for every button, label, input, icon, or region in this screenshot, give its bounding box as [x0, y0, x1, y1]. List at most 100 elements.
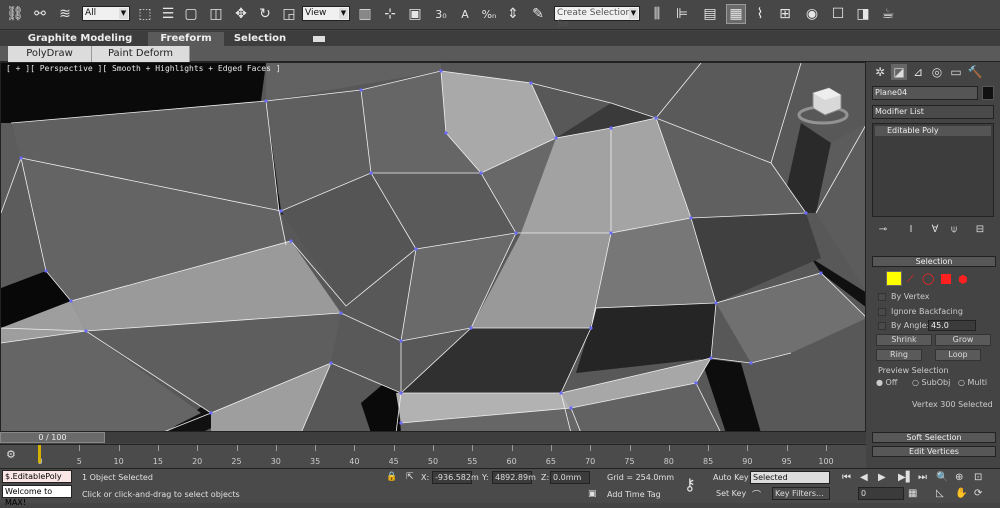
grow-button[interactable]: Grow [935, 334, 991, 346]
edge-mode-icon[interactable]: ⟋ [907, 274, 914, 285]
mirror-icon[interactable]: ⫼ [647, 4, 667, 24]
loop-button[interactable]: Loop [935, 349, 981, 361]
maxscript-listener-input[interactable]: $.EditablePoly [2, 470, 72, 483]
edit-named-selection-icon[interactable]: ✎ [528, 4, 548, 24]
by-angle-checkbox[interactable] [878, 322, 886, 330]
y-coordinate-field[interactable]: 4892.89m [492, 471, 536, 484]
time-slider[interactable]: 0 / 100 [0, 432, 866, 443]
show-end-result-icon[interactable]: Ⅰ [903, 222, 919, 238]
time-tag-icon[interactable]: ▣ [588, 489, 597, 499]
play-icon[interactable]: ▶ [878, 472, 886, 483]
ribbon-minimize-icon[interactable] [313, 36, 325, 42]
select-by-name-icon[interactable]: ☰ [158, 4, 178, 24]
previous-frame-icon[interactable]: ◀ [860, 472, 868, 483]
curve-editor-icon[interactable]: ⌇ [750, 4, 770, 24]
rectangular-selection-icon[interactable]: ▢ [181, 4, 201, 24]
bind-spacewarp-icon[interactable]: ≋ [55, 4, 75, 24]
render-production-icon[interactable]: ☕ [878, 4, 898, 24]
modifier-list-dropdown[interactable]: Modifier List [872, 105, 994, 119]
pin-stack-icon[interactable]: ⊸ [875, 222, 891, 238]
select-manipulate-icon[interactable]: ⊹ [380, 4, 400, 24]
absolute-mode-icon[interactable]: ⇱ [406, 472, 414, 482]
scale-icon[interactable]: ◲ [279, 4, 299, 24]
soft-selection-rollout-header[interactable]: Soft Selection [872, 432, 996, 443]
default-tangent-icon[interactable]: ⌒ [752, 488, 761, 501]
window-crossing-icon[interactable]: ◫ [206, 4, 226, 24]
lock-selection-icon[interactable]: 🔒 [386, 472, 397, 482]
modify-tab-icon[interactable]: ◪ [891, 64, 907, 80]
named-selection-set-dropdown[interactable]: Create Selection Se ▼ [554, 6, 640, 29]
render-frame-icon[interactable]: ◨ [853, 4, 873, 24]
selection-rollout-header[interactable]: Selection [872, 256, 996, 267]
next-frame-icon[interactable]: ▶▌ [898, 472, 913, 483]
current-frame-field[interactable]: 0 [858, 487, 904, 500]
key-filters-button[interactable]: Key Filters... [772, 487, 830, 500]
spinner-snap-icon[interactable]: ⇕ [503, 4, 523, 24]
utilities-tab-icon[interactable]: 🔨 [967, 64, 983, 80]
set-key-button[interactable]: Set Key [716, 489, 746, 498]
rotate-icon[interactable]: ↻ [255, 4, 275, 24]
hierarchy-tab-icon[interactable]: ⊿ [910, 64, 926, 80]
percent-snap-icon[interactable]: % ₙ [479, 4, 499, 24]
material-editor-icon[interactable]: ◉ [802, 4, 822, 24]
unlink-icon[interactable]: ⚯ [30, 4, 50, 24]
vertex-mode-icon[interactable] [886, 271, 902, 286]
angle-spinner-input[interactable]: 45.0 [928, 320, 976, 331]
remove-modifier-icon[interactable]: ⍦ [946, 222, 962, 238]
object-color-swatch[interactable] [982, 86, 994, 100]
reference-coordinate-dropdown[interactable]: View ▼ [302, 6, 350, 21]
zoom-extents-icon[interactable]: ⊡ [974, 472, 982, 483]
edit-vertices-rollout-header[interactable]: Edit Vertices [872, 446, 996, 457]
graphite-toggle-icon[interactable]: ▦ [726, 4, 746, 24]
viewport-label[interactable]: [ + ][ Perspective ][ Smooth + Highlight… [6, 64, 281, 73]
create-tab-icon[interactable]: ✲ [872, 64, 888, 80]
make-unique-icon[interactable]: ∀ [927, 222, 943, 238]
pan-icon[interactable]: ✋ [955, 488, 967, 499]
border-mode-icon[interactable]: ◯ [922, 272, 934, 285]
subtab-polydraw[interactable]: PolyDraw [8, 46, 92, 62]
auto-key-button[interactable]: Auto Key [713, 473, 749, 482]
zoom-all-icon[interactable]: ⊕ [955, 472, 963, 483]
display-tab-icon[interactable]: ▭ [948, 64, 964, 80]
preview-multi-radio[interactable]: ○ Multi [958, 378, 987, 387]
go-to-start-icon[interactable]: ⏮ [842, 472, 851, 483]
preview-subobj-radio[interactable]: ○ SubObj [912, 378, 950, 387]
align-icon[interactable]: ⊫ [672, 4, 692, 24]
link-icon[interactable]: ⛓ [5, 4, 25, 24]
selection-filter-dropdown[interactable]: All ▼ [82, 6, 130, 21]
tab-graphite-modeling-tools[interactable]: Graphite Modeling Tools [20, 32, 140, 57]
element-mode-icon[interactable]: ⬢ [958, 273, 968, 286]
keyboard-shortcut-override-icon[interactable]: ▣ [405, 4, 425, 24]
stack-item-editable-poly[interactable]: Editable Poly [875, 126, 991, 136]
key-mode-dropdown[interactable]: Selected [750, 471, 830, 484]
ignore-backfacing-checkbox[interactable] [878, 308, 886, 316]
shrink-button[interactable]: Shrink [876, 334, 932, 346]
by-vertex-checkbox[interactable] [878, 293, 886, 301]
layer-manager-icon[interactable]: ▤ [700, 4, 720, 24]
polygon-mode-icon[interactable] [941, 274, 951, 284]
orbit-icon[interactable]: ⟳ [974, 488, 982, 499]
time-configuration-icon[interactable]: ▦ [908, 488, 917, 499]
select-object-icon[interactable]: ⬚ [135, 4, 155, 24]
field-of-view-icon[interactable]: ◺ [936, 488, 944, 499]
tab-selection[interactable]: Selection [230, 32, 290, 46]
x-coordinate-field[interactable]: -936.582m [432, 471, 479, 484]
tab-freeform[interactable]: Freeform [148, 32, 224, 46]
angle-snap-icon[interactable]: A [455, 4, 475, 24]
move-icon[interactable]: ✥ [231, 4, 251, 24]
motion-tab-icon[interactable]: ◎ [929, 64, 945, 80]
track-bar[interactable]: ⚙ 05101520253035404550556065707580859095… [0, 444, 866, 468]
render-setup-icon[interactable]: ☐ [828, 4, 848, 24]
schematic-view-icon[interactable]: ⊞ [775, 4, 795, 24]
object-name-field[interactable]: Plane04 [872, 86, 978, 100]
set-key-icon[interactable]: ⚷ [684, 475, 696, 494]
z-coordinate-field[interactable]: 0.0mm [550, 471, 590, 484]
go-to-end-icon[interactable]: ⏭ [918, 472, 927, 483]
preview-off-radio[interactable]: ● Off [876, 378, 897, 387]
subtab-paint-deform[interactable]: Paint Deform [92, 46, 190, 62]
configure-sets-icon[interactable]: ⊟ [972, 222, 988, 238]
time-slider-thumb[interactable]: 0 / 100 [0, 432, 105, 443]
ring-button[interactable]: Ring [876, 349, 922, 361]
open-mini-curve-editor-icon[interactable]: ⚙ [6, 448, 20, 462]
maxscript-listener-output[interactable]: Welcome to MAX! [2, 485, 72, 507]
